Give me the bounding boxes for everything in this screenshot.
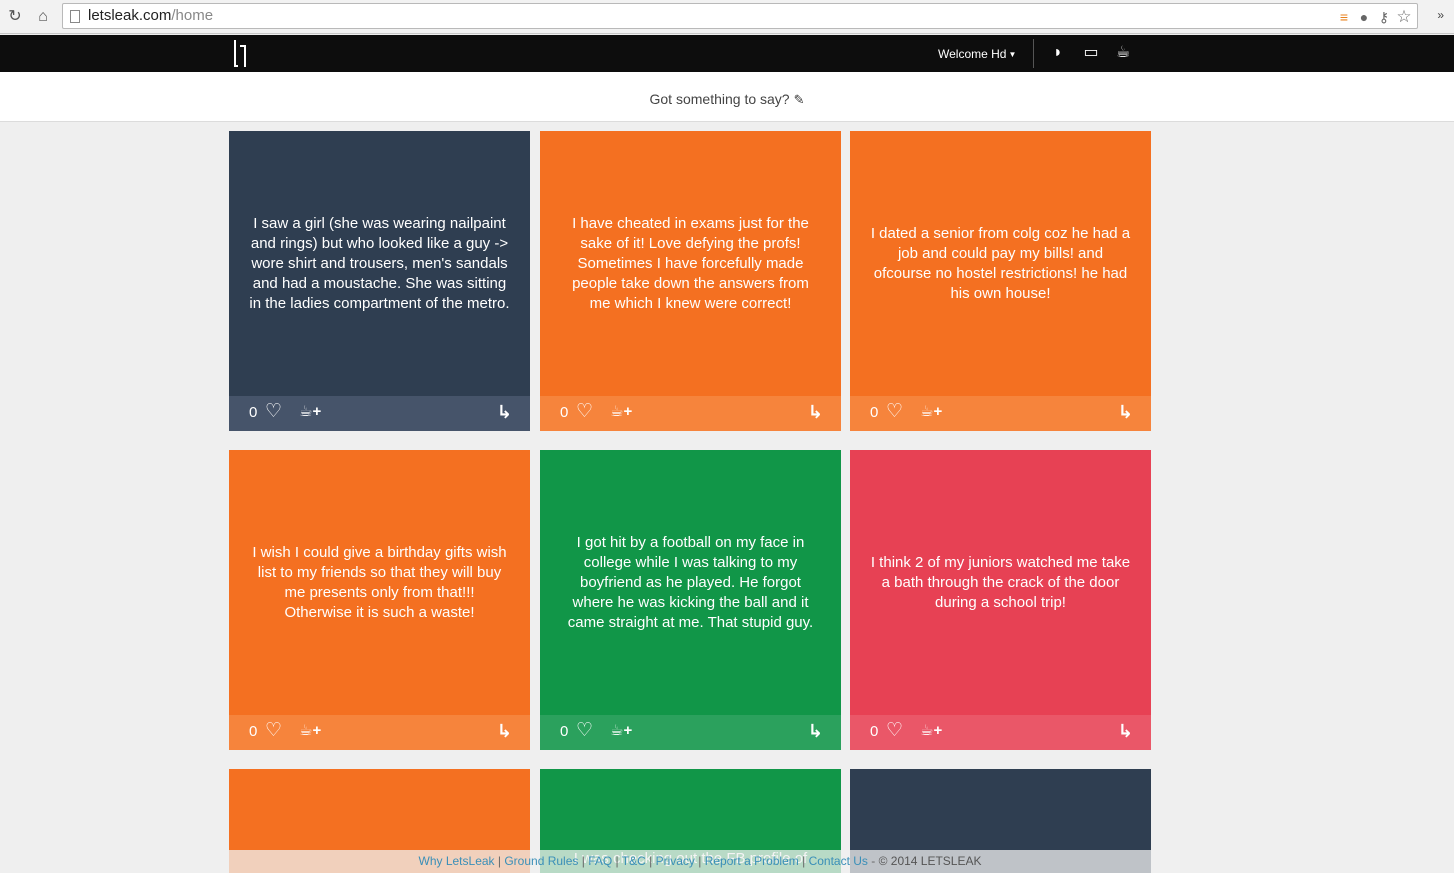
heart-icon[interactable]: ♡	[576, 402, 593, 422]
add-cup-icon[interactable]: ☕+	[610, 403, 632, 421]
post-text: I got hit by a football on my face in co…	[567, 533, 814, 631]
navbar: Welcome Hd ▼ ◗ ▭ ☕	[0, 35, 1454, 72]
share-arrow-icon[interactable]: ↳	[808, 402, 823, 422]
like-count: 0	[560, 723, 569, 740]
home-icon[interactable]: ⌂	[32, 6, 54, 28]
footer-link-faq[interactable]: FAQ	[588, 854, 612, 868]
post-actions: 0 ♡ ☕+ ↳	[229, 715, 530, 750]
bulb-icon[interactable]: ●	[1355, 8, 1373, 26]
like-count: 0	[560, 404, 569, 421]
post-text: I saw a girl (she was wearing nailpaint …	[249, 214, 510, 312]
inbox-icon[interactable]: ▭	[1081, 43, 1101, 63]
post-card[interactable]: I have cheated in exams just for the sak…	[540, 131, 841, 431]
post-actions: 0 ♡ ☕+ ↳	[229, 396, 530, 431]
post-body[interactable]: I have cheated in exams just for the sak…	[540, 131, 841, 396]
like-count: 0	[249, 723, 258, 740]
heart-icon[interactable]: ♡	[886, 721, 903, 741]
browser-toolbar: ↻ ⌂ letsleak.com/home ≡ ● ⚷ ☆ »	[0, 0, 1454, 34]
post-card[interactable]: I dated a senior from colg coz he had a …	[850, 131, 1151, 431]
welcome-dropdown[interactable]: Welcome Hd ▼	[938, 47, 1016, 62]
heart-icon[interactable]: ♡	[265, 402, 282, 422]
heart-icon[interactable]: ♡	[576, 721, 593, 741]
cup-icon[interactable]: ☕	[1113, 43, 1133, 63]
feed-icon[interactable]: ≡	[1335, 8, 1353, 26]
nav-divider	[1033, 39, 1034, 68]
more-extensions-button[interactable]: »	[1437, 8, 1444, 22]
footer-link-contact[interactable]: Contact Us	[809, 854, 868, 868]
footer-link-privacy[interactable]: Privacy	[656, 854, 695, 868]
post-body[interactable]: I saw a girl (she was wearing nailpaint …	[229, 131, 530, 396]
post-actions: 0 ♡ ☕+ ↳	[850, 715, 1151, 750]
footer-link-why-letsleak[interactable]: Why LetsLeak	[419, 854, 495, 868]
footer: Why LetsLeak | Ground Rules | FAQ | T&C …	[220, 850, 1180, 873]
post-text: I wish I could give a birthday gifts wis…	[252, 543, 507, 621]
post-card[interactable]: I got hit by a football on my face in co…	[540, 450, 841, 750]
like-count: 0	[249, 404, 258, 421]
heart-icon[interactable]: ♡	[265, 721, 282, 741]
post-body[interactable]: I think 2 of my juniors watched me take …	[850, 450, 1151, 715]
url-text[interactable]: letsleak.com/home	[88, 7, 213, 25]
share-arrow-icon[interactable]: ↳	[497, 402, 512, 422]
reload-icon[interactable]: ↻	[4, 6, 26, 28]
page-icon	[70, 10, 80, 23]
post-actions: 0 ♡ ☕+ ↳	[540, 715, 841, 750]
compose-prompt[interactable]: Got something to say? ✎	[650, 91, 805, 108]
add-cup-icon[interactable]: ☕+	[920, 722, 942, 740]
footer-link-report[interactable]: Report a Problem	[705, 854, 799, 868]
share-arrow-icon[interactable]: ↳	[1118, 721, 1133, 741]
heart-icon[interactable]: ♡	[886, 402, 903, 422]
copyright: © 2014 LETSLEAK	[878, 854, 982, 868]
speech-bubble-icon[interactable]: ◗	[1048, 43, 1068, 63]
add-cup-icon[interactable]: ☕+	[920, 403, 942, 421]
share-arrow-icon[interactable]: ↳	[497, 721, 512, 741]
welcome-label: Welcome Hd	[938, 47, 1007, 61]
add-cup-icon[interactable]: ☕+	[299, 722, 321, 740]
share-arrow-icon[interactable]: ↳	[808, 721, 823, 741]
footer-link-ground-rules[interactable]: Ground Rules	[504, 854, 578, 868]
post-actions: 0 ♡ ☕+ ↳	[850, 396, 1151, 431]
post-actions: 0 ♡ ☕+ ↳	[540, 396, 841, 431]
post-text: I think 2 of my juniors watched me take …	[870, 553, 1131, 611]
letsleak-logo[interactable]	[234, 40, 248, 67]
url-domain: letsleak.com	[88, 7, 172, 24]
post-card[interactable]: I saw a girl (she was wearing nailpaint …	[229, 131, 530, 431]
star-icon[interactable]: ☆	[1395, 8, 1413, 26]
address-bar[interactable]: letsleak.com/home ≡ ● ⚷ ☆	[62, 3, 1418, 29]
like-count: 0	[870, 723, 879, 740]
post-card[interactable]: I think 2 of my juniors watched me take …	[850, 450, 1151, 750]
post-text: I have cheated in exams just for the sak…	[572, 214, 809, 312]
post-body[interactable]: I got hit by a football on my face in co…	[540, 450, 841, 715]
share-arrow-icon[interactable]: ↳	[1118, 402, 1133, 422]
add-cup-icon[interactable]: ☕+	[299, 403, 321, 421]
post-body[interactable]: I dated a senior from colg coz he had a …	[850, 131, 1151, 396]
post-card[interactable]: I wish I could give a birthday gifts wis…	[229, 450, 530, 750]
add-cup-icon[interactable]: ☕+	[610, 722, 632, 740]
compose-prompt-text: Got something to say?	[649, 91, 790, 107]
url-path: /home	[171, 7, 214, 24]
pencil-icon: ✎	[793, 92, 805, 107]
caret-down-icon: ▼	[1008, 50, 1017, 59]
post-body[interactable]: I wish I could give a birthday gifts wis…	[229, 450, 530, 715]
post-text: I dated a senior from colg coz he had a …	[870, 224, 1131, 302]
footer-link-tc[interactable]: T&C	[622, 854, 646, 868]
key-icon[interactable]: ⚷	[1375, 8, 1393, 26]
like-count: 0	[870, 404, 879, 421]
compose-bar: Got something to say? ✎	[0, 72, 1454, 122]
